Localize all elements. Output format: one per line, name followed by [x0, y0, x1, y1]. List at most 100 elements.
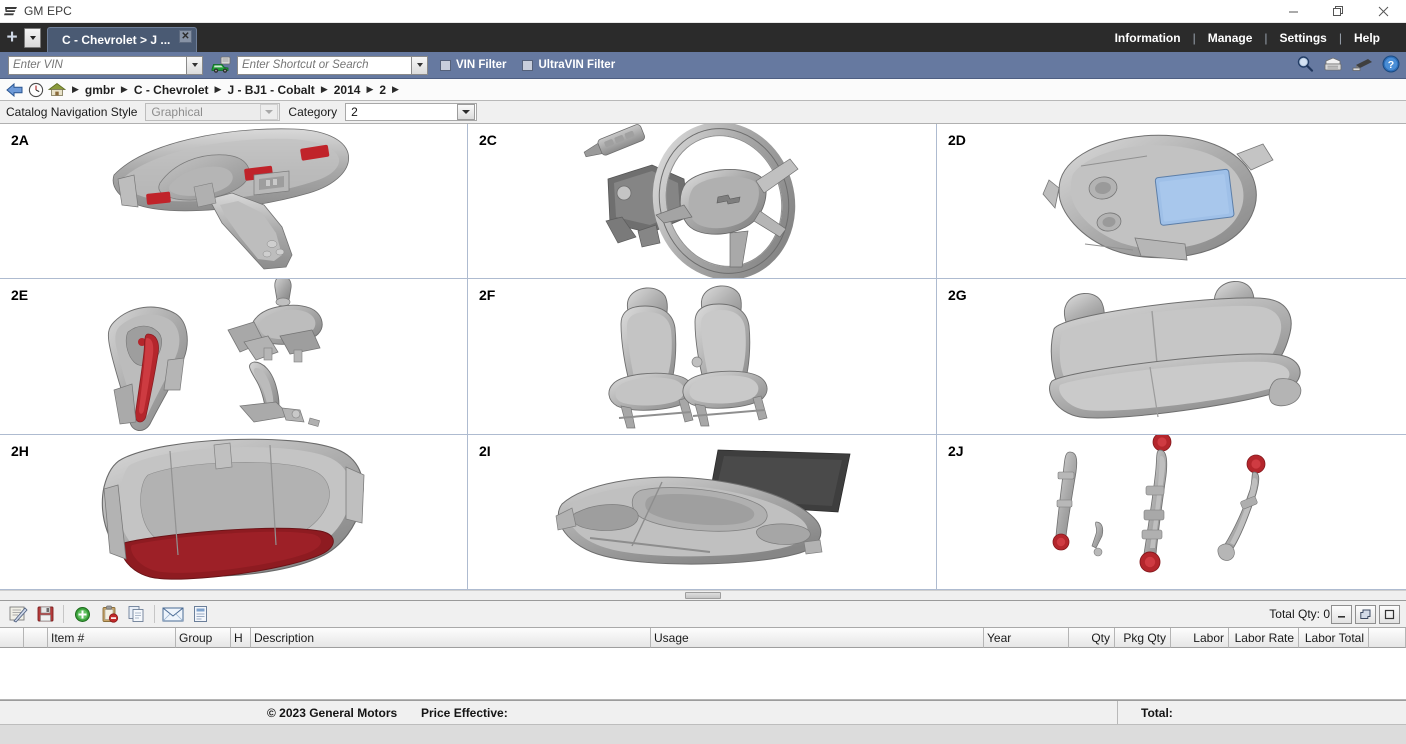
home-icon[interactable]	[48, 82, 66, 97]
checkbox-box[interactable]	[522, 60, 533, 71]
email-icon[interactable]	[161, 603, 185, 625]
window-title-bar: GM EPC	[0, 0, 1406, 23]
vehicle-icon[interactable]	[210, 56, 232, 74]
back-arrow-icon[interactable]	[6, 83, 24, 97]
table-column-pkg-qty[interactable]: Pkg Qty	[1115, 628, 1171, 648]
table-body[interactable]	[0, 648, 1406, 700]
category-value: 2	[351, 105, 358, 119]
clock-icon[interactable]	[28, 82, 44, 98]
window-close-button[interactable]	[1361, 0, 1406, 23]
catalog-nav-style-label: Catalog Navigation Style	[6, 105, 137, 119]
tab-chevrolet[interactable]: C - Chevrolet > J ... ✕	[47, 27, 197, 52]
rear-seat-illustration	[937, 279, 1406, 433]
search-icon[interactable]	[1296, 55, 1314, 76]
order-toolbar: Total Qty: 0	[0, 601, 1406, 628]
add-item-icon[interactable]	[70, 603, 94, 625]
illustration-cell-2a[interactable]: 2A	[0, 124, 468, 279]
fax-icon[interactable]	[1323, 56, 1343, 75]
minimize-panel-button[interactable]	[1331, 605, 1352, 624]
dropdown-button[interactable]	[457, 104, 475, 120]
app-title: GM EPC	[22, 4, 72, 18]
illustration-label: 2I	[479, 443, 491, 459]
help-icon[interactable]: ?	[1382, 55, 1400, 76]
illustration-grid: 2A	[0, 124, 1406, 590]
panel-splitter[interactable]	[0, 590, 1406, 601]
illustration-cell-2j[interactable]: 2J	[937, 435, 1406, 590]
floor-carpet-illustration	[468, 435, 936, 589]
window-restore-button[interactable]	[1316, 0, 1361, 23]
breadcrumb-item-category[interactable]: 2	[379, 83, 386, 97]
copy-icon[interactable]	[124, 603, 148, 625]
table-column-usage[interactable]: Usage	[651, 628, 984, 648]
chevron-down-icon	[417, 63, 423, 67]
chevron-down-icon	[192, 63, 198, 67]
menu-item-manage[interactable]: Manage	[1196, 31, 1265, 45]
print-icon[interactable]	[1352, 56, 1373, 75]
parts-table: Item # Group H Description Usage Year Qt…	[0, 628, 1406, 700]
catalog-nav-style-select[interactable]: Graphical	[145, 103, 280, 121]
illustration-cell-2d[interactable]: 2D	[937, 124, 1406, 279]
illustration-cell-2h[interactable]: 2H	[0, 435, 468, 590]
table-header-row: Item # Group H Description Usage Year Qt…	[0, 628, 1406, 648]
tab-list-dropdown-button[interactable]	[24, 28, 41, 48]
dropdown-button[interactable]	[260, 104, 278, 120]
illustration-cell-2i[interactable]: 2I	[468, 435, 937, 590]
table-column-select[interactable]	[0, 628, 24, 648]
table-column-item-number[interactable]: Item #	[48, 628, 176, 648]
vin-input[interactable]	[8, 56, 186, 75]
splitter-grip[interactable]	[685, 592, 721, 599]
breadcrumb-arrow: ▶	[364, 84, 375, 95]
shortcut-combo	[237, 56, 428, 75]
illustration-label: 2G	[948, 287, 967, 303]
menu-item-settings[interactable]: Settings	[1268, 31, 1339, 45]
search-dropdown-button[interactable]	[411, 56, 428, 75]
table-column-h[interactable]: H	[231, 628, 251, 648]
table-column-labor[interactable]: Labor	[1171, 628, 1229, 648]
chevron-down-icon	[265, 110, 273, 114]
illustration-label: 2A	[11, 132, 29, 148]
window-minimize-button[interactable]	[1271, 0, 1316, 23]
illustration-cell-2c[interactable]: 2C	[468, 124, 937, 279]
breadcrumb-item-model[interactable]: J - BJ1 - Cobalt	[227, 83, 314, 97]
illustration-label: 2J	[948, 443, 964, 459]
menu-item-help[interactable]: Help	[1342, 31, 1392, 45]
search-input[interactable]	[237, 56, 411, 75]
status-strip	[0, 724, 1406, 744]
category-select[interactable]: 2	[345, 103, 477, 121]
table-column-year[interactable]: Year	[984, 628, 1069, 648]
vin-filter-label: VIN Filter	[456, 59, 506, 71]
breadcrumb-arrow: ▶	[70, 84, 81, 95]
table-column-group[interactable]: Group	[176, 628, 231, 648]
breadcrumb-arrow: ▶	[319, 84, 330, 95]
table-column-description[interactable]: Description	[251, 628, 651, 648]
new-tab-button[interactable]: +	[0, 23, 24, 52]
checkbox-box[interactable]	[440, 60, 451, 71]
illustration-cell-2g[interactable]: 2G	[937, 279, 1406, 434]
ultravin-filter-checkbox[interactable]: UltraVIN Filter	[522, 59, 615, 71]
radio-bezel-illustration	[937, 124, 1406, 278]
vin-filter-checkbox[interactable]: VIN Filter	[440, 59, 506, 71]
breadcrumb-arrow: ▶	[119, 84, 130, 95]
edit-order-icon[interactable]	[6, 603, 30, 625]
remove-item-icon[interactable]	[97, 603, 121, 625]
tab-label: C - Chevrolet > J ...	[62, 33, 171, 47]
category-label: Category	[288, 105, 337, 119]
breadcrumb-item-year[interactable]: 2014	[334, 83, 361, 97]
breadcrumb-item-gmbr[interactable]: gmbr	[85, 83, 115, 97]
table-column-qty[interactable]: Qty	[1069, 628, 1115, 648]
illustration-cell-2e[interactable]: 2E	[0, 279, 468, 434]
vin-dropdown-button[interactable]	[186, 56, 203, 75]
menu-item-information[interactable]: Information	[1103, 31, 1193, 45]
save-icon[interactable]	[33, 603, 57, 625]
close-icon[interactable]: ✕	[179, 30, 192, 43]
table-column-flag[interactable]	[24, 628, 48, 648]
maximize-panel-button[interactable]	[1379, 605, 1400, 624]
breadcrumb-item-make[interactable]: C - Chevrolet	[134, 83, 209, 97]
report-icon[interactable]	[188, 603, 212, 625]
table-column-labor-rate[interactable]: Labor Rate	[1229, 628, 1299, 648]
table-column-labor-total[interactable]: Labor Total	[1299, 628, 1369, 648]
vin-combo	[8, 56, 203, 75]
chevron-down-icon	[462, 110, 470, 114]
restore-panel-button[interactable]	[1355, 605, 1376, 624]
illustration-cell-2f[interactable]: 2F	[468, 279, 937, 434]
